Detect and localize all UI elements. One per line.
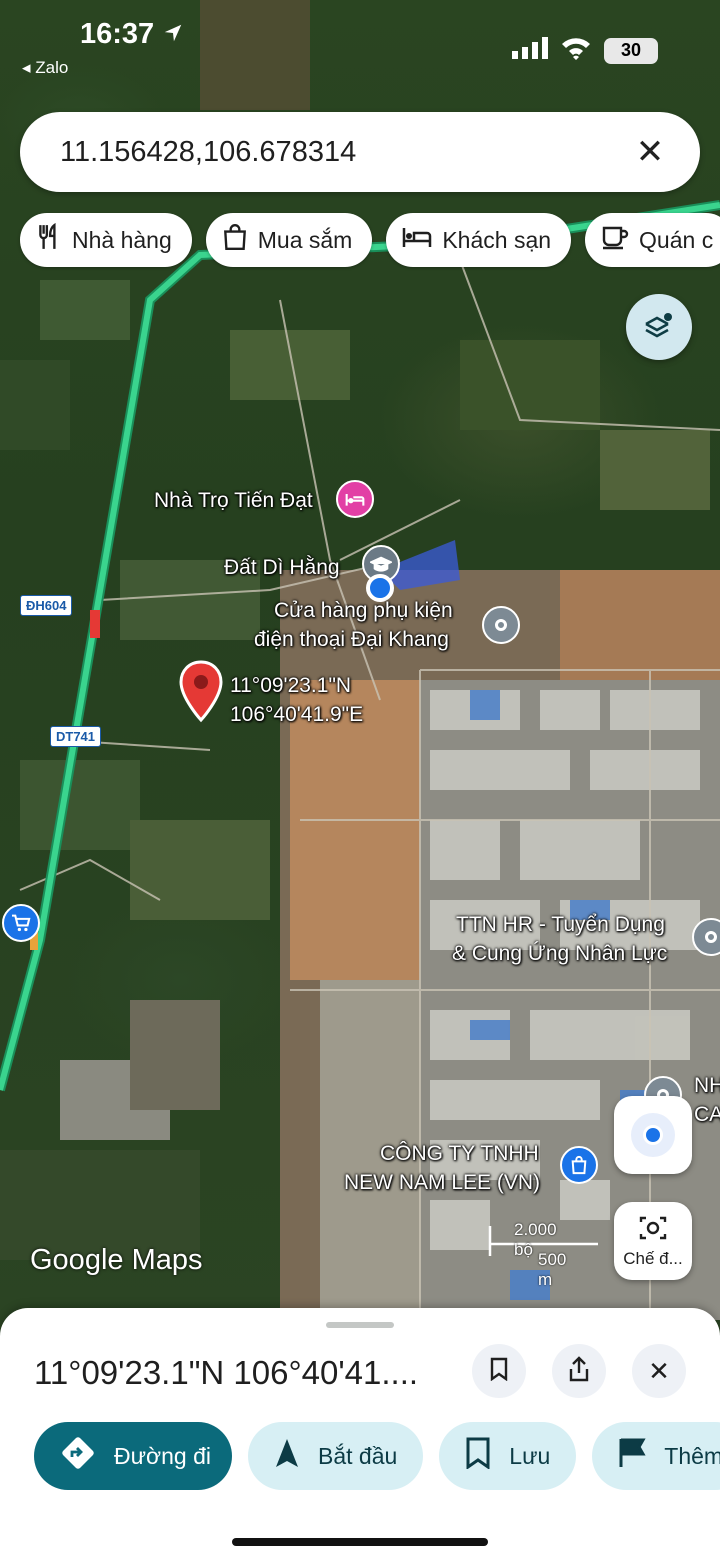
dropped-pin-icon[interactable] <box>178 660 224 729</box>
chip-hotel[interactable]: Khách sạn <box>386 213 572 267</box>
layers-icon <box>642 308 676 347</box>
place-title: 11°09'23.1"N 106°40'41.... <box>34 1354 419 1391</box>
search-bar[interactable]: ✕ <box>20 112 700 192</box>
category-chips: Nhà hàng Mua sắm Khách sạn Quán c <box>20 213 720 267</box>
shopping-bag-pin-icon[interactable] <box>560 1146 598 1184</box>
road-label-dt741: DT741 <box>50 726 102 747</box>
place-sheet[interactable]: 11°09'23.1"N 106°40'41.... ✕ Đường đi Bắ… <box>0 1308 720 1560</box>
road-label-dh604: ĐH604 <box>20 595 73 616</box>
map-view[interactable]: Nhà Trọ Tiến Đạt Đất Dì Hằng Cửa hàng ph… <box>0 0 720 1330</box>
cellular-signal-icon <box>512 37 548 64</box>
more-label: Thêm <box>664 1442 720 1469</box>
coffee-cup-icon <box>601 224 629 256</box>
chip-label: Khách sạn <box>442 226 552 253</box>
scale-meters: 500 m <box>538 1250 567 1289</box>
google-maps-logo: Google Maps <box>30 1244 203 1276</box>
bookmark-icon <box>489 1357 509 1386</box>
bookmark-icon <box>465 1437 491 1475</box>
layers-button[interactable] <box>626 294 692 360</box>
close-sheet-button[interactable]: ✕ <box>632 1344 686 1398</box>
home-indicator[interactable] <box>232 1538 488 1546</box>
start-button[interactable]: Bắt đầu <box>248 1422 424 1490</box>
save-bookmark-button[interactable] <box>472 1344 526 1398</box>
camera-icon <box>638 1214 668 1247</box>
share-button[interactable] <box>552 1344 606 1398</box>
place-label-cua-hang-2[interactable]: điện thoại Đại Khang <box>254 625 449 654</box>
pin-coord-lat: 11°09'23.1"N <box>230 674 352 697</box>
share-icon <box>567 1355 591 1387</box>
more-button[interactable]: Thêm <box>592 1422 720 1490</box>
chip-coffee[interactable]: Quán c <box>585 213 720 267</box>
shopping-bag-icon <box>222 223 248 257</box>
place-label-edge-1[interactable]: NH <box>694 1071 720 1100</box>
action-buttons: Đường đi Bắt đầu Lưu Thêm <box>34 1422 720 1490</box>
pin-coord-lng: 106°40'41.9"E <box>230 703 364 726</box>
close-icon[interactable]: ✕ <box>630 132 670 172</box>
place-label-nha-tro[interactable]: Nhà Trọ Tiến Đạt <box>154 486 313 515</box>
directions-icon <box>60 1435 96 1477</box>
location-dot-icon <box>631 1113 675 1157</box>
chip-restaurant[interactable]: Nhà hàng <box>20 213 192 267</box>
save-button[interactable]: Lưu <box>439 1422 577 1490</box>
status-time: 16:37 <box>80 18 184 52</box>
chip-label: Quán c <box>639 226 714 253</box>
place-label-cua-hang-1[interactable]: Cửa hàng phụ kiện <box>274 596 453 625</box>
hotel-bed-icon <box>402 225 432 255</box>
status-icons: 30 <box>512 36 658 65</box>
place-pin-icon[interactable] <box>482 606 520 644</box>
sheet-drag-handle[interactable] <box>326 1322 394 1328</box>
wifi-icon <box>560 36 592 65</box>
place-label-edge-2[interactable]: CA <box>694 1100 720 1129</box>
shopping-cart-pin-icon[interactable] <box>2 904 40 942</box>
navigation-arrow-icon <box>274 1437 300 1475</box>
place-label-cong-ty-2[interactable]: NEW NAM LEE (VN) <box>344 1168 540 1197</box>
location-arrow-icon <box>162 19 184 52</box>
satellite-imagery <box>0 0 720 1330</box>
chip-shopping[interactable]: Mua sắm <box>205 213 373 267</box>
camera-mode-label: Chế đ... <box>623 1248 683 1268</box>
chip-label: Nhà hàng <box>72 226 172 253</box>
place-label-ttn-1[interactable]: TTN HR - Tuyển Dụng <box>456 910 665 939</box>
place-label-cong-ty-1[interactable]: CÔNG TY TNHH <box>380 1139 539 1168</box>
place-label-dat-di-hang[interactable]: Đất Dì Hằng <box>224 553 340 582</box>
back-to-app[interactable]: ◂ Zalo <box>22 58 68 78</box>
close-icon: ✕ <box>648 1355 670 1386</box>
my-location-button[interactable] <box>614 1096 692 1174</box>
search-input[interactable] <box>60 135 630 169</box>
directions-button[interactable]: Đường đi <box>34 1422 232 1490</box>
restaurant-icon <box>36 222 62 257</box>
save-label: Lưu <box>509 1442 551 1469</box>
start-label: Bắt đầu <box>318 1442 398 1469</box>
place-label-ttn-2[interactable]: & Cung Ứng Nhân Lực <box>452 939 667 968</box>
flag-icon <box>618 1437 646 1475</box>
hotel-pin-icon[interactable] <box>336 480 374 518</box>
camera-mode-button[interactable]: Chế đ... <box>614 1202 692 1280</box>
directions-label: Đường đi <box>114 1442 211 1469</box>
battery-icon: 30 <box>604 37 658 64</box>
status-time-text: 16:37 <box>80 18 155 50</box>
chip-label: Mua sắm <box>257 226 353 253</box>
